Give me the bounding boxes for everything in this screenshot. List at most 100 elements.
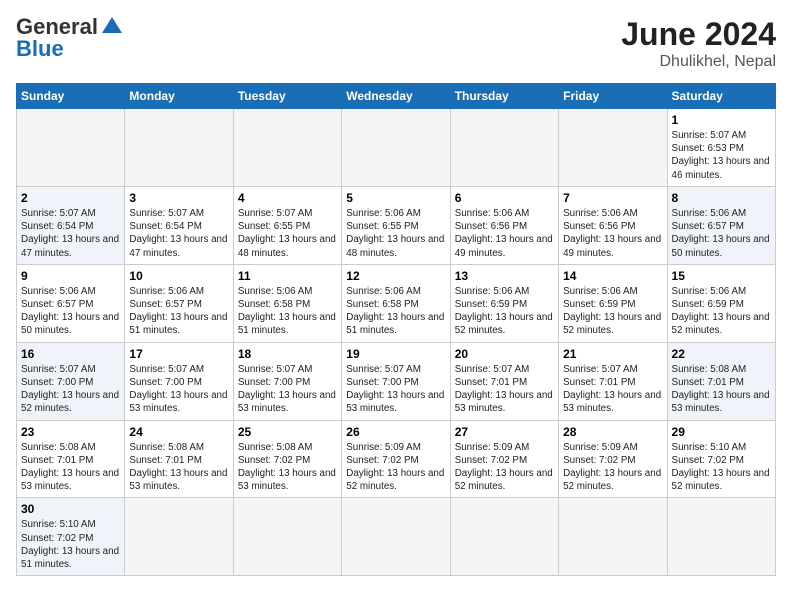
day-number: 27 — [455, 425, 554, 439]
day-number: 4 — [238, 191, 337, 205]
weekday-header-thursday: Thursday — [450, 84, 558, 109]
cell-sun-info: Sunrise: 5:10 AMSunset: 7:02 PMDaylight:… — [672, 441, 771, 494]
day-number: 28 — [563, 425, 662, 439]
cell-sun-info: Sunrise: 5:06 AMSunset: 6:57 PMDaylight:… — [672, 207, 771, 260]
day-number: 26 — [346, 425, 445, 439]
cell-sun-info: Sunrise: 5:07 AMSunset: 6:54 PMDaylight:… — [21, 207, 120, 260]
day-number: 7 — [563, 191, 662, 205]
day-number: 16 — [21, 347, 120, 361]
cell-sun-info: Sunrise: 5:06 AMSunset: 6:58 PMDaylight:… — [346, 285, 445, 338]
calendar-cell: 14 Sunrise: 5:06 AMSunset: 6:59 PMDayligh… — [559, 264, 667, 342]
weekday-header-sunday: Sunday — [17, 84, 125, 109]
calendar-cell: 1 Sunrise: 5:07 AMSunset: 6:53 PMDaylight… — [667, 109, 775, 187]
calendar-cell: 22Sunrise: 5:08 AMSunset: 7:01 PMDayligh… — [667, 342, 775, 420]
logo-general-text: General — [16, 16, 98, 38]
cell-sun-info: Sunrise: 5:06 AMSunset: 6:55 PMDaylight:… — [346, 207, 445, 260]
calendar-cell: 10 Sunrise: 5:06 AMSunset: 6:57 PMDayligh… — [125, 264, 233, 342]
day-number: 18 — [238, 347, 337, 361]
calendar-cell: 24 Sunrise: 5:08 AMSunset: 7:01 PMDayligh… — [125, 420, 233, 498]
calendar-week-6: 30 Sunrise: 5:10 AMSunset: 7:02 PMDayligh… — [17, 498, 776, 576]
calendar-cell — [559, 498, 667, 576]
day-number: 30 — [21, 502, 120, 516]
calendar-cell: 30 Sunrise: 5:10 AMSunset: 7:02 PMDayligh… — [17, 498, 125, 576]
day-number: 3 — [129, 191, 228, 205]
logo-blue-text: Blue — [16, 38, 64, 60]
cell-sun-info: Sunrise: 5:07 AMSunset: 7:00 PMDaylight:… — [238, 363, 337, 416]
calendar-cell: 20 Sunrise: 5:07 AMSunset: 7:01 PMDayligh… — [450, 342, 558, 420]
calendar-table: SundayMondayTuesdayWednesdayThursdayFrid… — [16, 83, 776, 576]
calendar-week-3: 9 Sunrise: 5:06 AMSunset: 6:57 PMDaylight… — [17, 264, 776, 342]
day-number: 20 — [455, 347, 554, 361]
day-number: 15 — [672, 269, 771, 283]
day-number: 25 — [238, 425, 337, 439]
cell-sun-info: Sunrise: 5:06 AMSunset: 6:59 PMDaylight:… — [455, 285, 554, 338]
calendar-cell: 28 Sunrise: 5:09 AMSunset: 7:02 PMDayligh… — [559, 420, 667, 498]
weekday-header-monday: Monday — [125, 84, 233, 109]
cell-sun-info: Sunrise: 5:06 AMSunset: 6:59 PMDaylight:… — [563, 285, 662, 338]
day-number: 14 — [563, 269, 662, 283]
calendar-cell: 25Sunrise: 5:08 AMSunset: 7:02 PMDayligh… — [233, 420, 341, 498]
weekday-header-wednesday: Wednesday — [342, 84, 450, 109]
cell-sun-info: Sunrise: 5:07 AMSunset: 6:55 PMDaylight:… — [238, 207, 337, 260]
logo-triangle-icon — [102, 17, 122, 33]
day-number: 10 — [129, 269, 228, 283]
calendar-cell: 2 Sunrise: 5:07 AMSunset: 6:54 PMDaylight… — [17, 186, 125, 264]
calendar-cell — [450, 498, 558, 576]
day-number: 6 — [455, 191, 554, 205]
weekday-header-saturday: Saturday — [667, 84, 775, 109]
cell-sun-info: Sunrise: 5:09 AMSunset: 7:02 PMDaylight:… — [346, 441, 445, 494]
cell-sun-info: Sunrise: 5:08 AMSunset: 7:01 PMDaylight:… — [672, 363, 771, 416]
cell-sun-info: Sunrise: 5:06 AMSunset: 6:59 PMDaylight:… — [672, 285, 771, 338]
calendar-cell: 6Sunrise: 5:06 AMSunset: 6:56 PMDaylight… — [450, 186, 558, 264]
day-number: 1 — [672, 113, 771, 127]
cell-sun-info: Sunrise: 5:07 AMSunset: 6:54 PMDaylight:… — [129, 207, 228, 260]
cell-sun-info: Sunrise: 5:10 AMSunset: 7:02 PMDaylight:… — [21, 518, 120, 571]
calendar-cell: 3 Sunrise: 5:07 AMSunset: 6:54 PMDaylight… — [125, 186, 233, 264]
calendar-cell: 26 Sunrise: 5:09 AMSunset: 7:02 PMDayligh… — [342, 420, 450, 498]
location-title: Dhulikhel, Nepal — [621, 53, 776, 71]
calendar-cell: 9 Sunrise: 5:06 AMSunset: 6:57 PMDaylight… — [17, 264, 125, 342]
logo: General Blue — [16, 16, 122, 60]
calendar-cell — [342, 109, 450, 187]
calendar-week-2: 2 Sunrise: 5:07 AMSunset: 6:54 PMDaylight… — [17, 186, 776, 264]
calendar-cell: 21Sunrise: 5:07 AMSunset: 7:01 PMDayligh… — [559, 342, 667, 420]
day-number: 29 — [672, 425, 771, 439]
cell-sun-info: Sunrise: 5:09 AMSunset: 7:02 PMDaylight:… — [563, 441, 662, 494]
calendar-cell: 23 Sunrise: 5:08 AMSunset: 7:01 PMDayligh… — [17, 420, 125, 498]
cell-sun-info: Sunrise: 5:07 AMSunset: 7:00 PMDaylight:… — [346, 363, 445, 416]
cell-sun-info: Sunrise: 5:06 AMSunset: 6:58 PMDaylight:… — [238, 285, 337, 338]
calendar-cell: 4 Sunrise: 5:07 AMSunset: 6:55 PMDaylight… — [233, 186, 341, 264]
calendar-cell: 18 Sunrise: 5:07 AMSunset: 7:00 PMDayligh… — [233, 342, 341, 420]
cell-sun-info: Sunrise: 5:07 AMSunset: 7:00 PMDaylight:… — [129, 363, 228, 416]
calendar-cell: 5Sunrise: 5:06 AMSunset: 6:55 PMDaylight… — [342, 186, 450, 264]
calendar-cell — [450, 109, 558, 187]
calendar-cell: 17Sunrise: 5:07 AMSunset: 7:00 PMDayligh… — [125, 342, 233, 420]
calendar-week-1: 1 Sunrise: 5:07 AMSunset: 6:53 PMDaylight… — [17, 109, 776, 187]
calendar-week-5: 23 Sunrise: 5:08 AMSunset: 7:01 PMDayligh… — [17, 420, 776, 498]
calendar-cell — [667, 498, 775, 576]
calendar-cell — [559, 109, 667, 187]
calendar-cell: 7Sunrise: 5:06 AMSunset: 6:56 PMDaylight… — [559, 186, 667, 264]
day-number: 9 — [21, 269, 120, 283]
calendar-cell: 13 Sunrise: 5:06 AMSunset: 6:59 PMDayligh… — [450, 264, 558, 342]
cell-sun-info: Sunrise: 5:07 AMSunset: 7:01 PMDaylight:… — [563, 363, 662, 416]
day-number: 23 — [21, 425, 120, 439]
cell-sun-info: Sunrise: 5:07 AMSunset: 6:53 PMDaylight:… — [672, 129, 771, 182]
cell-sun-info: Sunrise: 5:08 AMSunset: 7:01 PMDaylight:… — [21, 441, 120, 494]
cell-sun-info: Sunrise: 5:06 AMSunset: 6:57 PMDaylight:… — [21, 285, 120, 338]
weekday-header-tuesday: Tuesday — [233, 84, 341, 109]
calendar-cell — [233, 498, 341, 576]
day-number: 2 — [21, 191, 120, 205]
day-number: 13 — [455, 269, 554, 283]
cell-sun-info: Sunrise: 5:08 AMSunset: 7:01 PMDaylight:… — [129, 441, 228, 494]
calendar-cell — [233, 109, 341, 187]
cell-sun-info: Sunrise: 5:07 AMSunset: 7:00 PMDaylight:… — [21, 363, 120, 416]
cell-sun-info: Sunrise: 5:09 AMSunset: 7:02 PMDaylight:… — [455, 441, 554, 494]
day-number: 24 — [129, 425, 228, 439]
calendar-cell: 19Sunrise: 5:07 AMSunset: 7:00 PMDayligh… — [342, 342, 450, 420]
calendar-cell — [125, 109, 233, 187]
calendar-cell: 29 Sunrise: 5:10 AMSunset: 7:02 PMDayligh… — [667, 420, 775, 498]
cell-sun-info: Sunrise: 5:07 AMSunset: 7:01 PMDaylight:… — [455, 363, 554, 416]
cell-sun-info: Sunrise: 5:06 AMSunset: 6:57 PMDaylight:… — [129, 285, 228, 338]
calendar-cell: 15 Sunrise: 5:06 AMSunset: 6:59 PMDayligh… — [667, 264, 775, 342]
